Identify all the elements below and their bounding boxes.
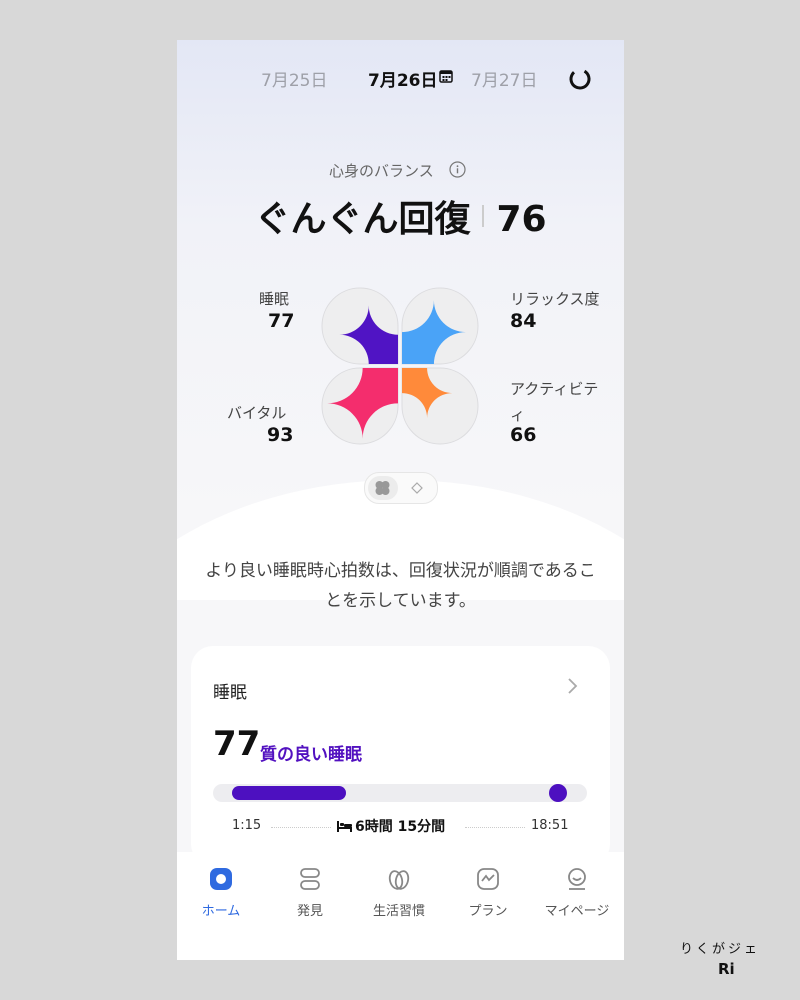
relax-metric-label: リラックス度 <box>510 290 600 308</box>
timeline-dots-left <box>271 827 331 828</box>
plan-icon <box>477 868 499 890</box>
balance-score: 76 <box>496 199 547 240</box>
headline-divider <box>482 205 485 227</box>
activity-metric-value: 66 <box>510 424 537 446</box>
mypage-icon <box>568 868 586 890</box>
phone-screen: 7月25日 7月26日 7月27日 心身のバランス ぐんぐん回復 76 睡眠 77… <box>177 40 624 960</box>
tab-habits-label: 生活習慣 <box>372 904 425 919</box>
chevron-right-icon[interactable] <box>564 676 580 696</box>
watermark-text: りくがジェ <box>680 942 761 957</box>
sleep-score: 77 <box>213 724 261 764</box>
sleep-duration: 6時間 15分間 <box>337 816 445 836</box>
info-icon[interactable] <box>449 161 466 178</box>
clover-view-icon[interactable] <box>374 480 391 496</box>
vital-metric-value: 93 <box>267 424 294 446</box>
tab-discover-label: 発見 <box>296 904 323 919</box>
tab-plan[interactable]: プラン <box>444 866 532 919</box>
sleep-duration-text: 6時間 15分間 <box>355 819 446 835</box>
tab-habits[interactable]: 生活習慣 <box>355 866 443 919</box>
recovery-message: より良い睡眠時心拍数は、回復状況が順調であることを示しています。 <box>205 561 596 611</box>
sleep-end-time: 18:51 <box>531 818 569 833</box>
activity-metric-label: アクティビティ <box>510 380 599 424</box>
sleep-segment <box>232 786 346 800</box>
date-prev[interactable]: 7月25日 <box>261 66 327 91</box>
date-current[interactable]: 7月26日 <box>368 66 438 91</box>
tab-discover[interactable]: 発見 <box>266 866 354 919</box>
sleep-metric-label: 睡眠 <box>259 290 290 308</box>
tab-mypage-label: マイページ <box>544 904 610 919</box>
tab-plan-label: プラン <box>468 904 508 919</box>
balance-headline: ぐんぐん回復 76 <box>177 190 624 242</box>
home-icon <box>210 868 232 890</box>
relax-metric-value: 84 <box>510 310 537 332</box>
habits-icon <box>388 870 410 890</box>
view-toggle[interactable] <box>364 472 438 504</box>
sleep-segment-dot <box>549 784 567 802</box>
tab-home-label: ホーム <box>201 904 241 919</box>
balance-label: 心身のバランス <box>329 162 434 180</box>
radar-view-icon[interactable] <box>411 482 423 494</box>
balance-status: ぐんぐん回復 <box>254 199 471 240</box>
sleep-card-title: 睡眠 <box>213 683 247 703</box>
watermark-logo: Ri <box>718 960 735 978</box>
timeline-dots-right <box>465 827 525 828</box>
tab-home[interactable]: ホーム <box>177 866 265 919</box>
discover-icon <box>300 868 320 890</box>
tab-mypage[interactable]: マイページ <box>533 866 621 919</box>
balance-clover-chart[interactable] <box>320 286 480 446</box>
date-next[interactable]: 7月27日 <box>471 66 537 91</box>
bed-icon <box>337 821 352 832</box>
sleep-metric-value: 77 <box>268 310 295 332</box>
sleep-timeline-track <box>213 784 587 802</box>
calendar-icon[interactable] <box>439 69 453 83</box>
refresh-icon[interactable] <box>568 67 592 91</box>
vital-metric-label: バイタル <box>227 404 287 422</box>
bottom-tab-bar: ホーム 発見 生活習慣 プラン マイページ <box>177 852 624 960</box>
sleep-start-time: 1:15 <box>232 818 262 833</box>
sleep-card[interactable]: 睡眠 77 質の良い睡眠 1:15 6時間 15分間 18:51 <box>191 646 610 866</box>
sleep-quality: 質の良い睡眠 <box>260 745 362 765</box>
